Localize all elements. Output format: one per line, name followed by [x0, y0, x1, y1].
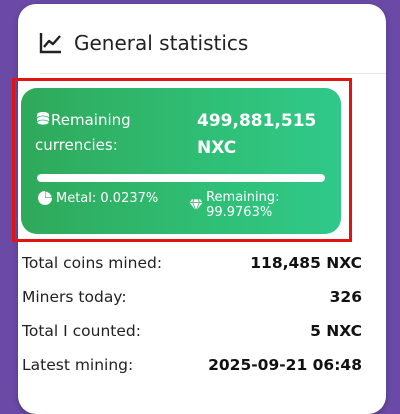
remaining-unit: NXC — [197, 138, 237, 158]
coins-icon — [36, 112, 50, 126]
list-item: Miners today: 326 — [22, 280, 362, 314]
diamond-icon — [189, 199, 203, 211]
list-item: Latest mining: 2025-09-21 06:48 — [22, 348, 362, 382]
header-divider — [40, 73, 386, 74]
remaining-progress-bar — [37, 174, 325, 182]
card-header: General statistics — [38, 30, 248, 56]
list-item: Total coins mined: 118,485 NXC — [22, 246, 362, 280]
remaining-label-line1: Remaining — [51, 111, 131, 129]
metal-stat-text: Metal: 0.0237% — [56, 190, 159, 206]
line-chart-icon — [39, 33, 61, 54]
list-item: Total I counted: 5 NXC — [22, 314, 362, 348]
stat-value: 2025-09-21 06:48 — [208, 356, 362, 374]
pie-chart-icon — [38, 191, 52, 205]
stat-label: Total coins mined: — [22, 254, 163, 272]
stat-label: Total I counted: — [22, 322, 141, 340]
stats-list: Total coins mined: 118,485 NXC Miners to… — [22, 246, 362, 382]
remaining-label: Remaining currencies: — [35, 108, 185, 158]
remaining-progress-fill — [37, 174, 325, 182]
remaining-amount: 499,881,515 — [197, 111, 317, 131]
stat-label: Latest mining: — [22, 356, 134, 374]
remaining-currencies-panel: Remaining currencies: 499,881,515 NXC Me… — [21, 88, 341, 234]
stat-value: 5 NXC — [310, 322, 362, 340]
remaining-label-line2: currencies: — [35, 136, 118, 154]
stat-value: 326 — [329, 288, 362, 306]
page-title: General statistics — [74, 31, 249, 55]
remaining-percent-text: Remaining: 99.9763% — [206, 190, 280, 220]
stat-value: 118,485 NXC — [250, 254, 362, 272]
stat-label: Miners today: — [22, 288, 127, 306]
remaining-percent-stat: Remaining: 99.9763% — [189, 190, 341, 220]
remaining-value: 499,881,515 NXC — [197, 108, 316, 162]
metal-stat: Metal: 0.0237% — [37, 190, 158, 206]
